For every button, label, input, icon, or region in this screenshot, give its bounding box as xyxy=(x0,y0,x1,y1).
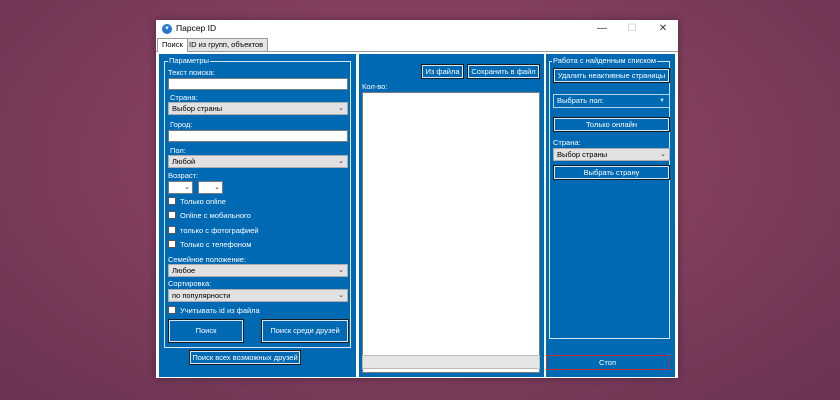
with-phone-label: Только с телефоном xyxy=(180,240,252,249)
results-panel: Из файла Сохранить в файл Кол-во: xyxy=(359,54,544,377)
search-panel: Параметры Текст поиска: Страна: Выбор ст… xyxy=(159,54,356,377)
country-select[interactable]: Выбор страны ⌄ xyxy=(168,102,348,115)
marital-label: Семейное положение: xyxy=(168,255,247,264)
tab-bar: Поиск ID из групп, объектов xyxy=(156,38,678,52)
minimize-button[interactable]: — xyxy=(588,20,616,38)
from-file-button[interactable]: Из файла xyxy=(421,64,464,79)
tab-search[interactable]: Поиск xyxy=(157,38,188,52)
country-label: Страна: xyxy=(170,93,198,102)
use-file-ids-checkbox[interactable] xyxy=(168,306,176,314)
search-button[interactable]: Поиск xyxy=(168,319,244,343)
with-photo-checkbox[interactable] xyxy=(168,226,176,234)
search-friends-button[interactable]: Поиск среди друзей xyxy=(261,319,349,343)
progress-bar xyxy=(362,355,540,369)
sort-select-value: по популярности xyxy=(172,291,231,300)
count-label: Кол-во: xyxy=(362,82,388,91)
app-logo-icon: ▾ xyxy=(162,24,172,34)
chevron-down-icon: ⌄ xyxy=(338,267,344,274)
chevron-down-icon: ⌄ xyxy=(338,105,344,112)
params-group-title: Параметры xyxy=(168,56,210,65)
results-list[interactable] xyxy=(362,92,540,373)
close-button[interactable]: ✕ xyxy=(649,20,677,38)
found-list-panel: Работа с найденным списком Удалить неакт… xyxy=(546,54,675,377)
only-online-button[interactable]: Только онлайн xyxy=(553,117,670,132)
delete-inactive-button[interactable]: Удалить неактивные страницы xyxy=(553,68,670,83)
save-to-file-button[interactable]: Сохранить в файл xyxy=(467,64,540,79)
sex-select-value: Любой xyxy=(172,157,196,166)
found-list-group-title: Работа с найденным списком xyxy=(552,56,658,65)
sex-label: Пол: xyxy=(170,146,186,155)
city-label: Город: xyxy=(170,120,193,129)
sort-select[interactable]: по популярности ⌄ xyxy=(168,289,348,302)
chevron-down-icon: ⌄ xyxy=(660,151,666,158)
sort-label: Сортировка: xyxy=(168,279,212,288)
marital-select-value: Любое xyxy=(172,266,196,275)
age-to-select[interactable]: ⌄ xyxy=(198,181,223,194)
with-phone-checkbox[interactable] xyxy=(168,240,176,248)
right-country-value: Выбор страны xyxy=(557,150,608,159)
tab-group-ids[interactable]: ID из групп, объектов xyxy=(184,38,269,52)
window-title: Парсер ID xyxy=(176,23,217,33)
search-all-friends-button[interactable]: Поиск всех возможных друзей xyxy=(189,350,301,365)
app-window: ▾ Парсер ID — ☐ ✕ Поиск ID из групп, объ… xyxy=(156,20,678,378)
chevron-down-icon: ⌄ xyxy=(338,292,344,299)
only-online-label: Только online xyxy=(180,197,226,206)
with-photo-label: только с фотографией xyxy=(180,226,259,235)
search-text-input[interactable] xyxy=(168,78,348,90)
use-file-ids-label: Учитывать id из файла xyxy=(180,306,260,315)
chevron-down-icon: ▼ xyxy=(659,98,665,104)
chevron-down-icon: ⌄ xyxy=(184,184,190,191)
choose-sex-select[interactable]: Выбрать пол: ▼ xyxy=(553,94,670,108)
stop-button[interactable]: Стоп xyxy=(546,355,669,370)
country-select-value: Выбор страны xyxy=(172,104,223,113)
choose-country-button[interactable]: Выбрать страну xyxy=(553,165,670,180)
title-bar: ▾ Парсер ID — ☐ ✕ xyxy=(156,20,678,38)
chevron-down-icon: ⌄ xyxy=(338,158,344,165)
chevron-down-icon: ⌄ xyxy=(214,184,220,191)
sex-select[interactable]: Любой ⌄ xyxy=(168,155,348,168)
online-mobile-checkbox[interactable] xyxy=(168,211,176,219)
right-country-select[interactable]: Выбор страны ⌄ xyxy=(553,148,670,161)
city-input[interactable] xyxy=(168,130,348,142)
age-from-select[interactable]: ⌄ xyxy=(168,181,193,194)
only-online-checkbox[interactable] xyxy=(168,197,176,205)
online-mobile-label: Online с мобильного xyxy=(180,211,251,220)
tab-content: Параметры Текст поиска: Страна: Выбор ст… xyxy=(156,51,678,378)
right-country-label: Страна: xyxy=(553,138,581,147)
maximize-button[interactable]: ☐ xyxy=(618,20,646,38)
choose-sex-value: Выбрать пол: xyxy=(557,96,604,105)
age-label: Возраст: xyxy=(168,171,199,180)
marital-select[interactable]: Любое ⌄ xyxy=(168,264,348,277)
search-text-label: Текст поиска: xyxy=(168,68,215,77)
